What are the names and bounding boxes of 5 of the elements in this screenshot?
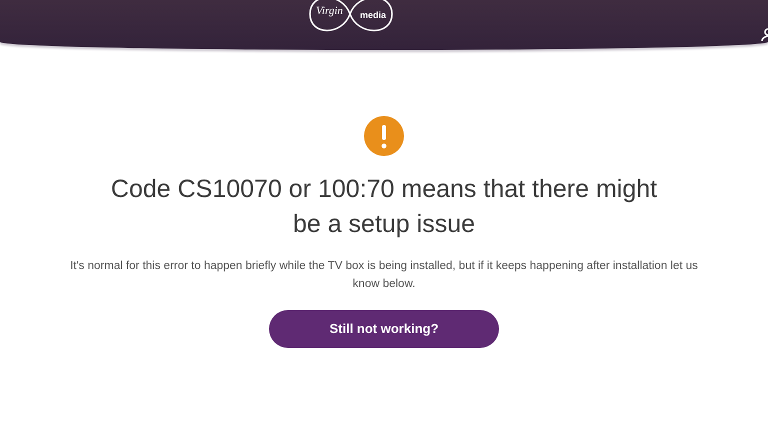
description: It's normal for this error to happen briefly while the TV box is being installed, but if it keeps happening after installation let us know below. <box>69 259 699 292</box>
user-icon[interactable] <box>760 28 768 42</box>
warning-icon <box>364 116 404 156</box>
still-not-working-button[interactable]: Still not working? <box>269 310 499 348</box>
heading: Code CS10070 or 100:70 means that there might be a setup issue <box>110 174 658 240</box>
